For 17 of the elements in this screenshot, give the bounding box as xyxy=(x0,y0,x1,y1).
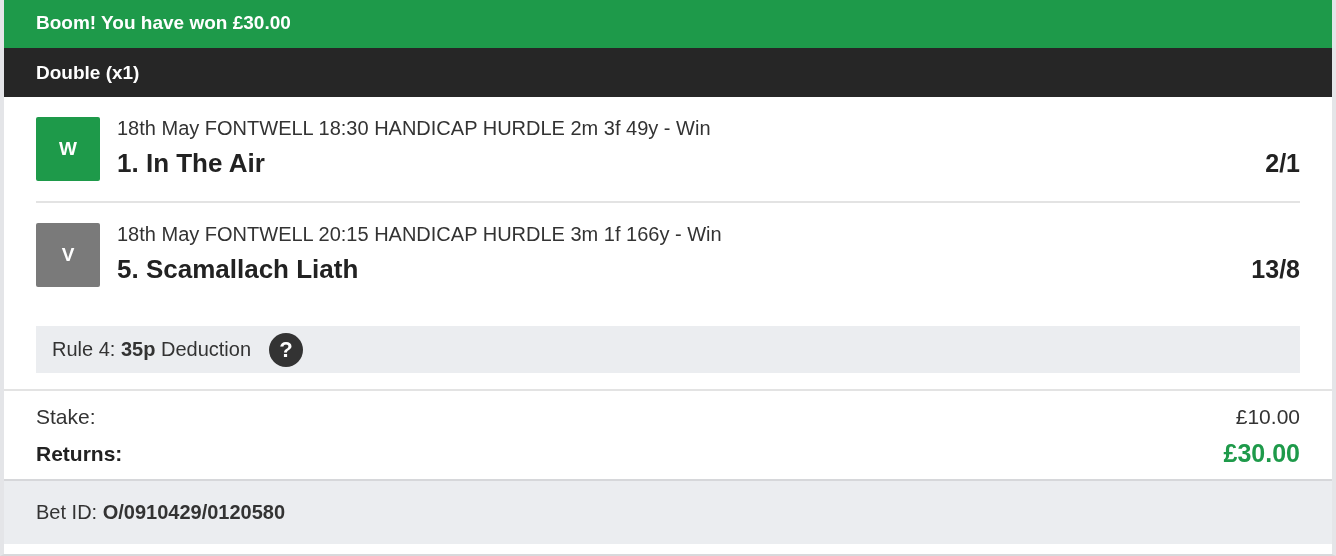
result-badge: V xyxy=(36,223,100,287)
stake-value: £10.00 xyxy=(1235,405,1300,429)
selection-name: 1. In The Air xyxy=(117,148,265,179)
result-badge: W xyxy=(36,117,100,181)
stake-label: Stake: xyxy=(36,405,96,429)
bet-type-bar: Double (x1) xyxy=(4,48,1332,97)
rule4-text: Rule 4: 35p Deduction xyxy=(52,338,252,361)
help-button[interactable]: ? xyxy=(269,332,304,367)
bet-id: Bet ID: O/0910429/0120580 xyxy=(36,501,286,524)
win-banner: Boom! You have won £30.00 xyxy=(4,0,1332,48)
selection-name: 5. Scamallach Liath xyxy=(117,254,359,285)
odds: 13/8 xyxy=(1251,255,1300,284)
odds: 2/1 xyxy=(1265,149,1300,178)
event-title: 18th May FONTWELL 20:15 HANDICAP HURDLE 3m 1f 166y - Win xyxy=(117,223,723,245)
event-title: 18th May FONTWELL 18:30 HANDICAP HURDLE 2m 3f 49y - Win xyxy=(117,117,712,139)
returns-label: Returns: xyxy=(36,441,123,466)
returns-value: £30.00 xyxy=(1223,439,1300,468)
